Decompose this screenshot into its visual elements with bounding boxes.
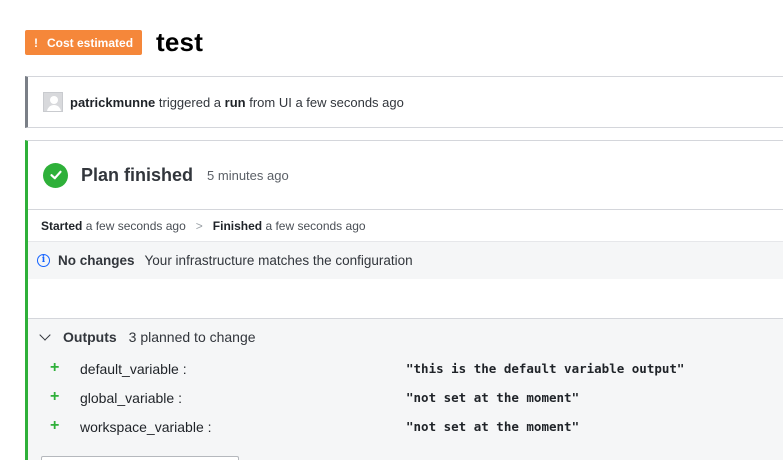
output-name: default_variable : xyxy=(80,361,187,377)
started-time: a few seconds ago xyxy=(85,218,186,233)
trigger-text-before: triggered a xyxy=(158,94,222,110)
badge-label: Cost estimated xyxy=(47,35,134,50)
bottom-input-edge[interactable] xyxy=(41,456,239,460)
plan-time: 5 minutes ago xyxy=(207,167,289,183)
info-icon: i xyxy=(37,253,50,267)
plan-header[interactable]: Plan finished 5 minutes ago xyxy=(28,141,783,210)
avatar-placeholder-icon xyxy=(43,92,63,112)
output-name: global_variable : xyxy=(80,390,182,406)
output-value: "not set at the moment" xyxy=(406,419,580,434)
check-circle-icon xyxy=(43,162,68,188)
changes-message: Your infrastructure matches the configur… xyxy=(144,252,413,268)
plan-timeline: Started a few seconds ago > Finished a f… xyxy=(28,210,783,242)
chevron-down-icon xyxy=(39,329,51,341)
changes-label: No changes xyxy=(58,252,135,268)
outputs-summary: 3 planned to change xyxy=(128,329,256,345)
finished-label: Finished xyxy=(212,218,263,233)
run-link[interactable]: run xyxy=(225,95,246,110)
output-name: workspace_variable : xyxy=(80,419,212,435)
plus-icon: + xyxy=(50,417,60,434)
outputs-section: Outputs 3 planned to change + default_va… xyxy=(28,319,783,460)
outputs-toggle[interactable]: Outputs 3 planned to change xyxy=(28,319,783,355)
output-value: "not set at the moment" xyxy=(406,390,580,405)
output-row: + workspace_variable : "not set at the m… xyxy=(28,413,783,442)
run-header: ! Cost estimated test xyxy=(25,27,203,58)
finished-time: a few seconds ago xyxy=(265,218,366,233)
trigger-panel: patrickmunne triggered a run from UI a f… xyxy=(25,76,783,128)
warning-icon: ! xyxy=(34,35,38,50)
plan-title: Plan finished xyxy=(81,164,194,185)
timeline-separator: > xyxy=(195,218,203,233)
changes-summary: i No changes Your infrastructure matches… xyxy=(28,242,783,279)
trigger-text-after: from UI a few seconds ago xyxy=(249,94,404,110)
plus-icon: + xyxy=(50,388,60,405)
outputs-label: Outputs xyxy=(63,329,117,345)
output-row: + default_variable : "this is the defaul… xyxy=(28,355,783,384)
output-value: "this is the default variable output" xyxy=(406,361,685,376)
plan-panel: Plan finished 5 minutes ago Started a fe… xyxy=(25,140,783,460)
trigger-user[interactable]: patrickmunne xyxy=(70,95,155,110)
blank-row xyxy=(28,279,783,319)
cost-estimated-badge: ! Cost estimated xyxy=(25,30,143,55)
plus-icon: + xyxy=(50,359,60,376)
output-row: + global_variable : "not set at the mome… xyxy=(28,384,783,413)
page-title: test xyxy=(156,27,204,57)
started-label: Started xyxy=(41,218,83,233)
